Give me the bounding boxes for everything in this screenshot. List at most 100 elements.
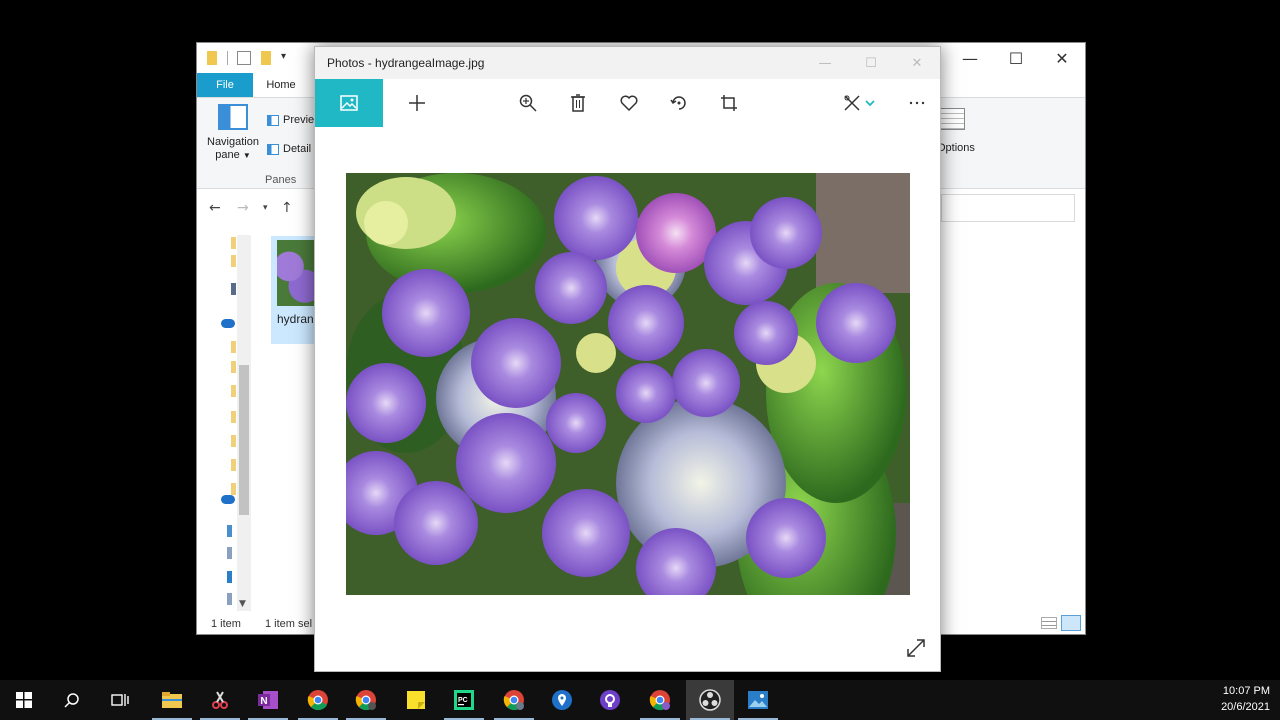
- folder-icon[interactable]: [231, 361, 236, 373]
- edit-icon: [844, 95, 860, 111]
- start-button[interactable]: [0, 680, 48, 720]
- maximize-button[interactable]: ☐: [993, 43, 1039, 73]
- folder-icon[interactable]: [231, 411, 236, 423]
- back-arrow-icon[interactable]: ←: [209, 200, 221, 216]
- chevron-down-icon: [865, 100, 875, 107]
- minimize-button[interactable]: —: [802, 47, 848, 79]
- taskbar-app-github-desktop[interactable]: [586, 680, 634, 720]
- drive-icon[interactable]: [227, 547, 232, 559]
- add-button[interactable]: [405, 91, 429, 115]
- taskbar-app-chrome-profile-3[interactable]: [636, 680, 684, 720]
- taskbar-app-maps[interactable]: [538, 680, 586, 720]
- recent-locations-icon[interactable]: ▾: [263, 203, 268, 213]
- customize-toolbar-icon[interactable]: ▾: [281, 51, 291, 65]
- details-view-icon[interactable]: [1041, 617, 1057, 629]
- scissors-icon: [212, 691, 228, 709]
- taskbar-app-chrome[interactable]: [294, 680, 342, 720]
- onedrive-icon[interactable]: [221, 495, 235, 504]
- taskbar-app-chrome-profile[interactable]: [342, 680, 390, 720]
- taskbar-app-onenote[interactable]: N: [244, 680, 292, 720]
- folder-icon[interactable]: [231, 435, 236, 447]
- computer-icon[interactable]: [227, 525, 232, 537]
- rotate-button[interactable]: [667, 91, 691, 115]
- rotate-icon: [670, 96, 686, 110]
- up-arrow-icon[interactable]: ↑: [281, 200, 293, 216]
- onedrive-icon[interactable]: [221, 319, 235, 328]
- folder-icon[interactable]: [231, 483, 236, 495]
- navigation-pane-button[interactable]: Navigation pane ▼: [203, 104, 263, 162]
- properties-icon[interactable]: [237, 51, 251, 65]
- taskbar-app-file-explorer[interactable]: [148, 680, 196, 720]
- chrome-icon: [355, 690, 376, 711]
- scrollbar-thumb[interactable]: [239, 365, 249, 515]
- folder-icon[interactable]: [231, 385, 236, 397]
- edit-create-button[interactable]: [840, 91, 864, 115]
- close-button[interactable]: ✕: [1039, 43, 1085, 73]
- map-pin-icon: [552, 690, 572, 710]
- maximize-button[interactable]: ☐: [848, 47, 894, 79]
- taskbar-app-pycharm[interactable]: PC: [440, 680, 488, 720]
- folder-icon[interactable]: [231, 459, 236, 471]
- photos-window[interactable]: Photos - hydrangeaImage.jpg — ☐ ✕: [314, 46, 941, 672]
- clock-time: 10:07 PM: [1222, 685, 1270, 697]
- see-all-photos-button[interactable]: [315, 79, 383, 127]
- tab-file[interactable]: File: [197, 73, 253, 97]
- navigation-scrollbar[interactable]: ▼: [237, 235, 251, 611]
- search-button[interactable]: [48, 680, 96, 720]
- chrome-icon: [649, 690, 670, 711]
- task-view-icon: [111, 694, 129, 706]
- favorite-button[interactable]: [617, 91, 641, 115]
- taskbar-app-photos[interactable]: [734, 680, 782, 720]
- github-icon: [600, 690, 620, 710]
- options-icon[interactable]: [937, 108, 965, 130]
- task-view-button[interactable]: [96, 680, 144, 720]
- forward-arrow-icon[interactable]: →: [237, 200, 249, 216]
- folder-icon[interactable]: [231, 255, 236, 267]
- scroll-down-icon[interactable]: ▼: [239, 599, 246, 609]
- large-icons-view-icon[interactable]: [1061, 615, 1081, 631]
- search-input[interactable]: [941, 194, 1075, 222]
- details-pane-label: Detail: [283, 143, 312, 155]
- zoom-button[interactable]: [516, 91, 540, 115]
- preview-pane-button[interactable]: Previe: [267, 114, 314, 126]
- options-label[interactable]: Options: [937, 142, 975, 154]
- separator: [227, 51, 228, 65]
- folder-icon[interactable]: [231, 341, 236, 353]
- taskbar: N PC 10:07 PM 20/6/2021: [0, 680, 1280, 720]
- desktop: ▾ — ☐ ✕ File Home ^ ? Navigation pane ▼ …: [0, 0, 1280, 680]
- delete-button[interactable]: [566, 91, 590, 115]
- crop-button[interactable]: [717, 91, 741, 115]
- taskbar-app-snipping-tool[interactable]: [196, 680, 244, 720]
- clock-date: 20/6/2021: [1221, 701, 1270, 713]
- edit-dropdown-button[interactable]: [863, 91, 877, 115]
- heart-icon: [620, 95, 638, 111]
- drive-icon[interactable]: [227, 571, 232, 583]
- preview-pane-label: Previe: [283, 114, 315, 126]
- sticky-notes-icon: [407, 691, 425, 709]
- search-icon: [64, 693, 79, 708]
- minimize-button[interactable]: —: [947, 43, 993, 73]
- status-item-count: 1 item: [211, 618, 241, 630]
- network-icon[interactable]: [227, 593, 232, 605]
- details-pane-button[interactable]: Detail: [267, 143, 311, 155]
- photos-icon: [748, 691, 768, 709]
- photos-titlebar[interactable]: Photos - hydrangeaImage.jpg — ☐ ✕: [315, 47, 940, 79]
- taskbar-app-sticky-notes[interactable]: [392, 680, 440, 720]
- svg-text:N: N: [260, 696, 267, 707]
- taskbar-app-chrome-profile-2[interactable]: [490, 680, 538, 720]
- more-button[interactable]: [905, 91, 929, 115]
- system-clock[interactable]: 10:07 PM 20/6/2021: [1221, 683, 1270, 715]
- close-button[interactable]: ✕: [894, 47, 940, 79]
- taskbar-app-obs[interactable]: [686, 680, 734, 720]
- full-screen-button[interactable]: [905, 637, 929, 661]
- drive-icon[interactable]: [231, 283, 236, 295]
- tab-home[interactable]: Home: [253, 73, 309, 97]
- zoom-icon: [519, 94, 537, 112]
- explorer-window-controls: — ☐ ✕: [947, 43, 1085, 73]
- new-folder-icon[interactable]: [261, 51, 271, 65]
- file-item[interactable]: hydran: [271, 236, 319, 344]
- chrome-icon: [503, 690, 524, 711]
- svg-text:PC: PC: [458, 697, 468, 704]
- folder-icon[interactable]: [231, 237, 236, 249]
- photo-image[interactable]: [346, 173, 910, 595]
